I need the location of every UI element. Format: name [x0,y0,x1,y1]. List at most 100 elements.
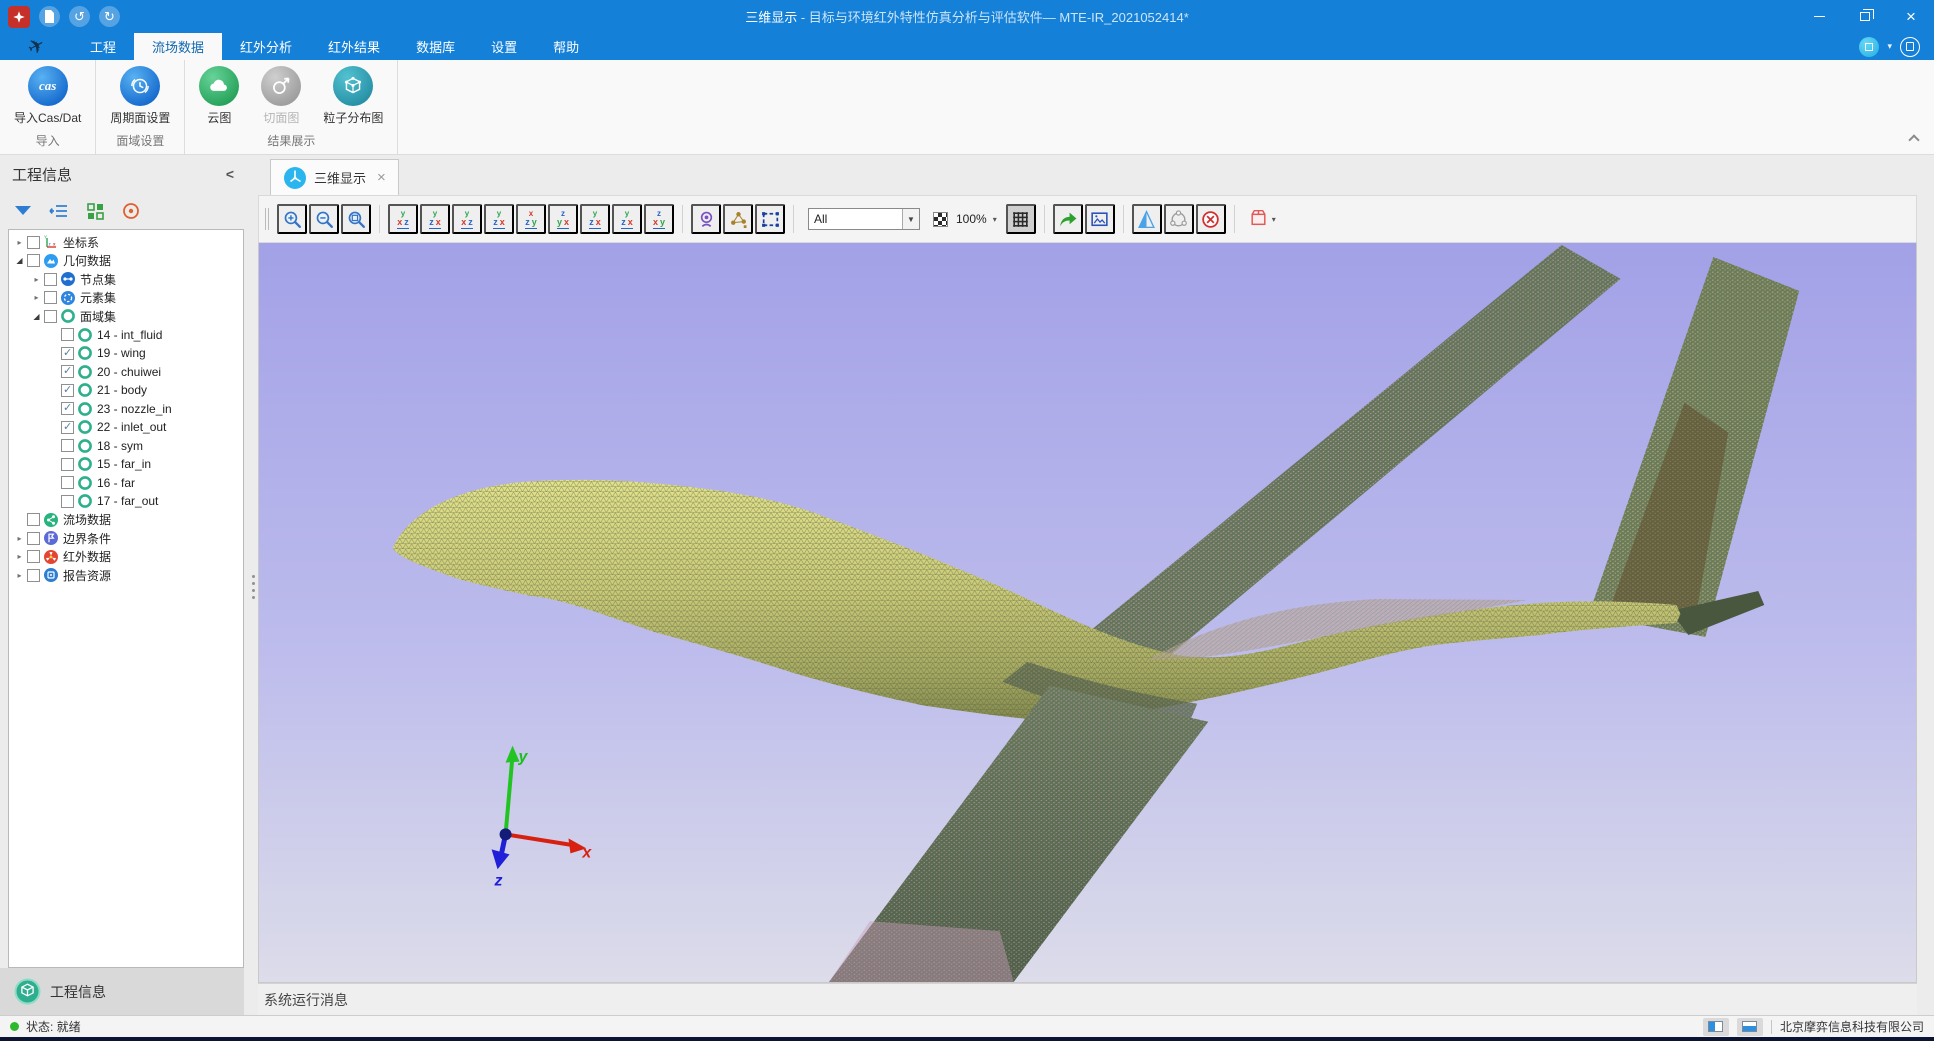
view-left-button[interactable]: yxz [452,204,482,234]
zoom-fit-button[interactable] [341,204,371,234]
sidebar-collapse-icon[interactable]: < [226,166,234,182]
tree-item[interactable]: 20 - chuiwei [9,363,243,382]
tree-item[interactable]: 21 - body [9,381,243,400]
view-iso-2-button[interactable]: yzx [612,204,642,234]
undo-icon[interactable]: ↺ [69,6,90,27]
outline-list-icon[interactable] [48,200,70,222]
collapse-arrow-icon[interactable]: ◢ [13,256,26,265]
tree-item[interactable]: 22 - inlet_out [9,418,243,437]
opacity-zoom-button[interactable]: 100%▾ [928,204,1004,234]
tree-item[interactable]: 17 - far_out [9,492,243,511]
tree-checkbox[interactable] [27,569,40,582]
menu-tab-4[interactable]: 红外结果 [310,33,398,60]
theme-caret-icon[interactable]: ▾ [1887,41,1892,52]
mirror-button[interactable] [1132,204,1162,234]
tree-item[interactable]: 16 - far [9,474,243,493]
panel-bottom-toggle-icon[interactable] [1737,1018,1763,1036]
view-right-button[interactable]: yzx [484,204,514,234]
menu-tab-6[interactable]: 设置 [473,33,535,60]
collapse-arrow-icon[interactable]: ◢ [30,312,43,321]
menu-tab-2[interactable]: 流场数据 [134,33,222,60]
tree-item[interactable]: ▸边界条件 [9,529,243,548]
expand-arrow-icon[interactable]: ▸ [13,571,26,580]
redo-icon[interactable]: ↻ [99,6,120,27]
group-grid-icon[interactable] [84,200,106,222]
tree-checkbox[interactable] [61,458,74,471]
view-front-button[interactable]: yxz [388,204,418,234]
expand-arrow-icon[interactable]: ▸ [13,238,26,247]
sidebar-bottom-tab[interactable]: 工程信息 [0,968,244,1015]
tree-item[interactable]: 流场数据 [9,511,243,530]
ribbon-collapse-chevron-icon[interactable] [1908,134,1919,145]
tree-checkbox[interactable] [61,365,74,378]
tree-item[interactable]: ▸Yzx坐标系 [9,233,243,252]
tree-checkbox[interactable] [61,384,74,397]
tree-item[interactable]: 23 - nozzle_in [9,400,243,419]
particle-trace-button[interactable] [723,204,753,234]
tree-checkbox[interactable] [61,347,74,360]
export-view-button[interactable] [1053,204,1083,234]
close-button[interactable]: × [1888,0,1934,33]
tree-checkbox[interactable] [44,291,57,304]
tree-checkbox[interactable] [27,236,40,249]
section-box-caret-icon[interactable]: ▾ [1272,215,1276,224]
expand-arrow-icon[interactable]: ▸ [30,275,43,284]
tree-checkbox[interactable] [61,402,74,415]
zoom-in-button[interactable] [277,204,307,234]
menu-tab-3[interactable]: 红外分析 [222,33,310,60]
ribbon-button[interactable]: 云图 [195,64,243,130]
expand-arrow-icon[interactable]: ▸ [13,552,26,561]
tree-checkbox[interactable] [61,476,74,489]
view-back-button[interactable]: yzx [420,204,450,234]
tree-item[interactable]: 14 - int_fluid [9,326,243,345]
ribbon-button[interactable]: 周期面设置 [106,64,174,130]
minimize-button[interactable] [1796,0,1842,33]
toolbar-drag-handle[interactable] [265,208,269,230]
tree-checkbox[interactable] [27,513,40,526]
menu-tab-7[interactable]: 帮助 [535,33,597,60]
theme-button[interactable] [1859,37,1879,57]
delete-view-button[interactable] [1196,204,1226,234]
tree-checkbox[interactable] [61,439,74,452]
zoom-out-button[interactable] [309,204,339,234]
snapshot-button[interactable] [1085,204,1115,234]
sidebar-splitter-handle[interactable] [252,575,255,599]
view-iso-1-button[interactable]: yzx [580,204,610,234]
tree-item[interactable]: ◢面域集 [9,307,243,326]
tree-item[interactable]: ▸元素集 [9,289,243,308]
tree-item[interactable]: ▸报告资源 [9,566,243,585]
tree-item[interactable]: ▸红外数据 [9,548,243,567]
tree-checkbox[interactable] [61,495,74,508]
section-box-button[interactable]: ▾ [1243,204,1283,234]
tree-checkbox[interactable] [61,421,74,434]
help-manual-button[interactable] [1900,37,1920,57]
view-bottom-button[interactable]: zyx [548,204,578,234]
tree-checkbox[interactable] [27,532,40,545]
expand-arrow-icon[interactable]: ▸ [30,293,43,302]
display-filter-combo[interactable]: All▼ [808,208,920,230]
combo-dropdown-icon[interactable]: ▼ [902,209,919,229]
box-select-button[interactable] [755,204,785,234]
locate-target-icon[interactable] [120,200,142,222]
tree-checkbox[interactable] [61,328,74,341]
tree-item[interactable]: ◢几何数据 [9,252,243,271]
new-document-icon[interactable] [39,6,60,27]
expand-arrow-icon[interactable]: ▸ [13,534,26,543]
tree-checkbox[interactable] [27,254,40,267]
grid-toggle-button[interactable] [1006,204,1036,234]
document-tab-3d-view[interactable]: 三维显示 × [270,159,399,195]
tree-checkbox[interactable] [44,273,57,286]
tab-close-icon[interactable]: × [377,169,386,186]
tree-item[interactable]: 19 - wing [9,344,243,363]
app-logo-icon[interactable] [8,6,30,28]
ribbon-button[interactable]: cas导入Cas/Dat [10,64,85,130]
camera-view-button[interactable] [691,204,721,234]
tree-item[interactable]: ▸节点集 [9,270,243,289]
maximize-button[interactable] [1842,0,1888,33]
view-top-button[interactable]: xzy [516,204,546,234]
ring-nodes-button[interactable] [1164,204,1194,234]
ribbon-button[interactable]: 粒子分布图 [319,64,387,130]
panel-left-toggle-icon[interactable] [1703,1018,1729,1036]
menu-tab-1[interactable]: 工程 [72,33,134,60]
viewport-3d[interactable]: y x z [258,242,1917,983]
